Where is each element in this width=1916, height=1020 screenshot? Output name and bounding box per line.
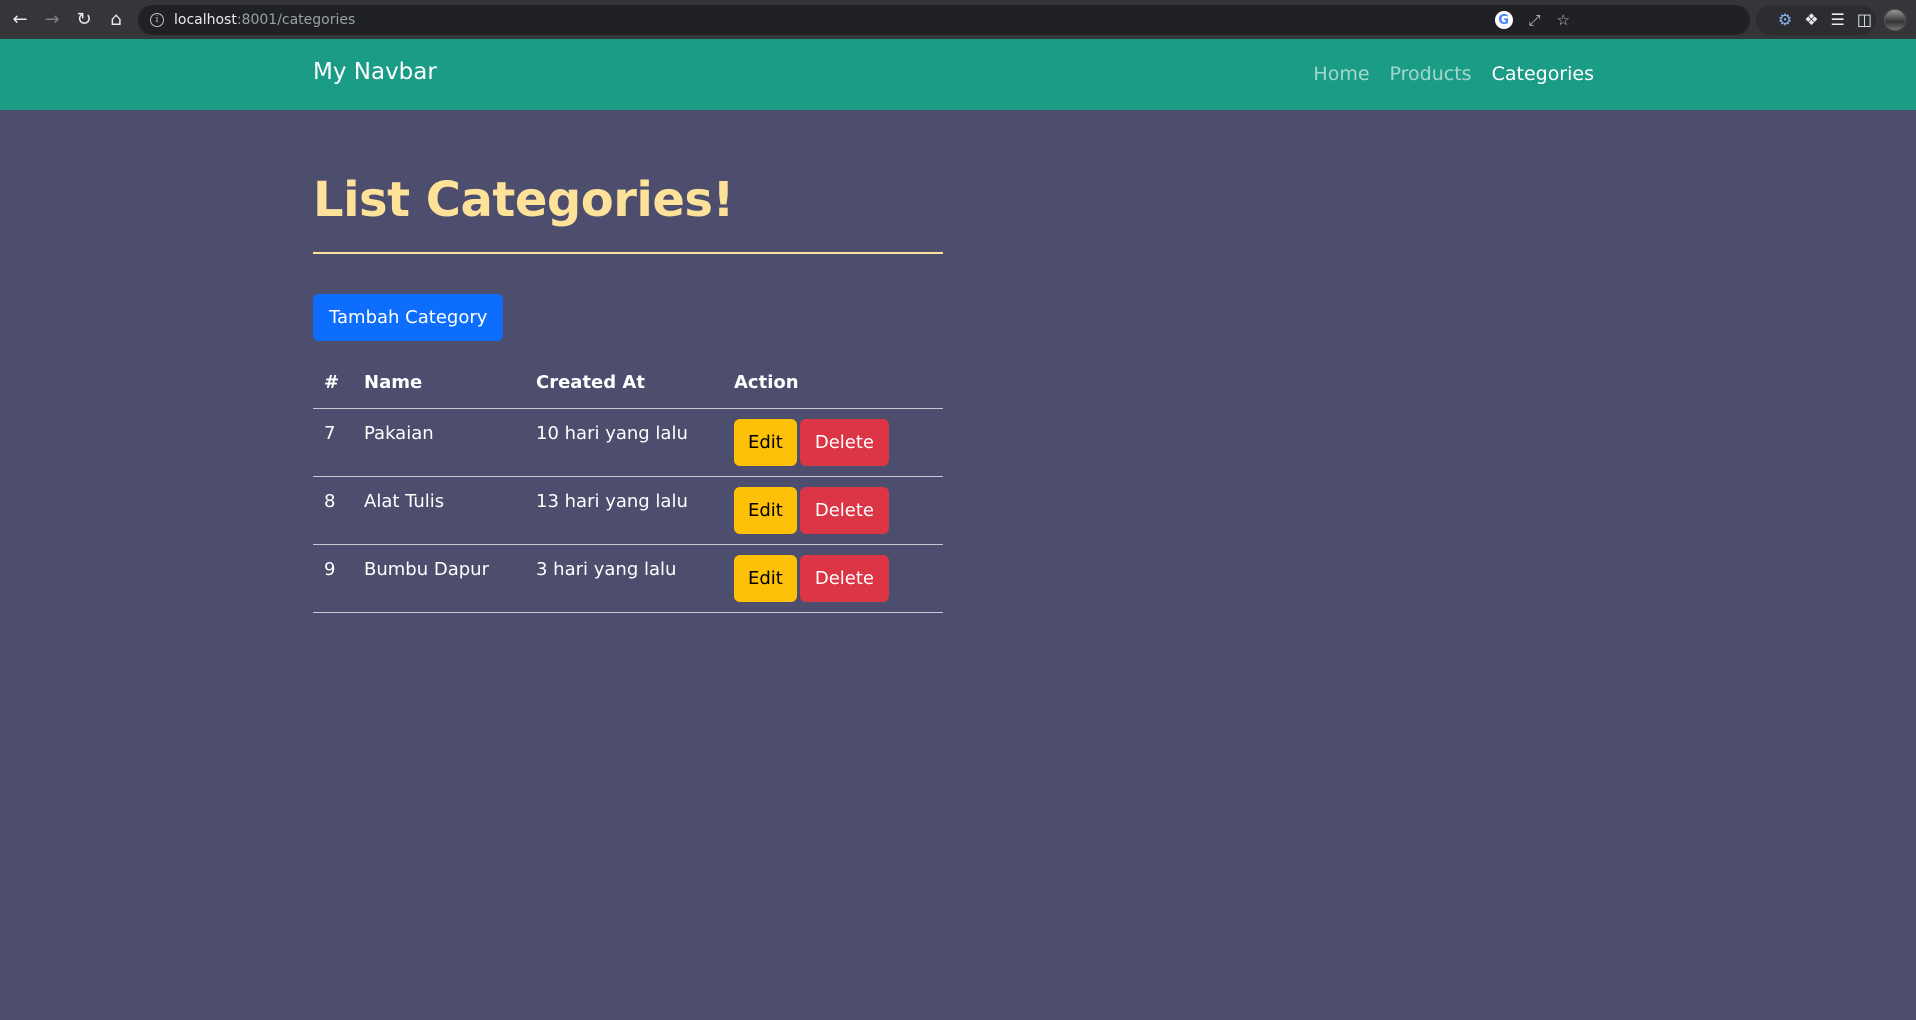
table-row: 9 Bumbu Dapur 3 hari yang lalu Edit Delet… — [313, 544, 943, 613]
reload-icon[interactable]: ↻ — [68, 0, 100, 39]
browser-toolbar: ← → ↻ ⌂ i localhost:8001/categories G ⤢ … — [0, 0, 1916, 39]
forward-arrow-icon[interactable]: → — [36, 0, 68, 39]
site-navbar: My Navbar Home Products Categories — [0, 39, 1916, 110]
site-info-icon[interactable]: i — [150, 13, 164, 27]
main-content: List Categories! Tambah Category # Name … — [313, 110, 943, 613]
delete-button[interactable]: Delete — [799, 418, 890, 466]
url-path: :8001/categories — [236, 12, 356, 28]
cell-created-at: 3 hari yang lalu — [525, 544, 723, 613]
extensions-puzzle-icon[interactable]: ❖ — [1804, 10, 1818, 29]
table-row: 7 Pakaian 10 hari yang lalu Edit Delete — [313, 408, 943, 477]
categories-table: # Name Created At Action 7 Pakaian 10 ha… — [313, 357, 943, 613]
back-arrow-icon[interactable]: ← — [4, 0, 36, 39]
delete-button[interactable]: Delete — [799, 554, 890, 602]
nav-link-categories[interactable]: Categories — [1492, 63, 1594, 85]
cell-actions: Edit Delete — [723, 408, 943, 477]
profile-avatar[interactable] — [1884, 8, 1906, 31]
nav-link-products[interactable]: Products — [1390, 63, 1472, 85]
cell-actions: Edit Delete — [723, 544, 943, 613]
title-divider — [313, 252, 943, 254]
table-header-row: # Name Created At Action — [313, 357, 943, 409]
cell-actions: Edit Delete — [723, 476, 943, 545]
side-panel-icon[interactable]: ◫ — [1857, 10, 1872, 29]
cell-name: Pakaian — [353, 408, 525, 477]
cell-created-at: 10 hari yang lalu — [525, 408, 723, 477]
share-icon[interactable]: ⤢ — [1529, 11, 1541, 29]
cell-name: Alat Tulis — [353, 476, 525, 545]
navbar-links: Home Products Categories — [1313, 63, 1594, 85]
header-action: Action — [723, 357, 943, 409]
url-host: localhost — [174, 12, 237, 28]
google-lens-icon[interactable]: G — [1494, 11, 1513, 29]
edit-button[interactable]: Edit — [734, 554, 797, 602]
page-title: List Categories! — [313, 172, 734, 228]
cell-id: 8 — [313, 476, 353, 545]
cell-created-at: 13 hari yang lalu — [525, 476, 723, 545]
edit-button[interactable]: Edit — [734, 418, 797, 466]
add-category-button[interactable]: Tambah Category — [313, 294, 504, 341]
cell-name: Bumbu Dapur — [353, 544, 525, 613]
address-bar[interactable]: i localhost:8001/categories G ⤢ ☆ — [138, 5, 1750, 35]
home-icon[interactable]: ⌂ — [100, 0, 132, 39]
cell-id: 9 — [313, 544, 353, 613]
delete-button[interactable]: Delete — [799, 486, 890, 534]
header-created-at: Created At — [525, 357, 723, 409]
edit-button[interactable]: Edit — [734, 486, 797, 534]
navbar-brand[interactable]: My Navbar — [313, 59, 437, 85]
header-id: # — [313, 357, 353, 409]
table-row: 8 Alat Tulis 13 hari yang lalu Edit Delet… — [313, 476, 943, 545]
extension-gear-icon[interactable]: ⚙ — [1778, 10, 1792, 29]
header-name: Name — [353, 357, 525, 409]
reading-list-icon[interactable]: ☰ — [1831, 10, 1845, 29]
cell-id: 7 — [313, 408, 353, 477]
bookmark-star-icon[interactable]: ☆ — [1557, 11, 1570, 29]
nav-link-home[interactable]: Home — [1313, 63, 1369, 85]
